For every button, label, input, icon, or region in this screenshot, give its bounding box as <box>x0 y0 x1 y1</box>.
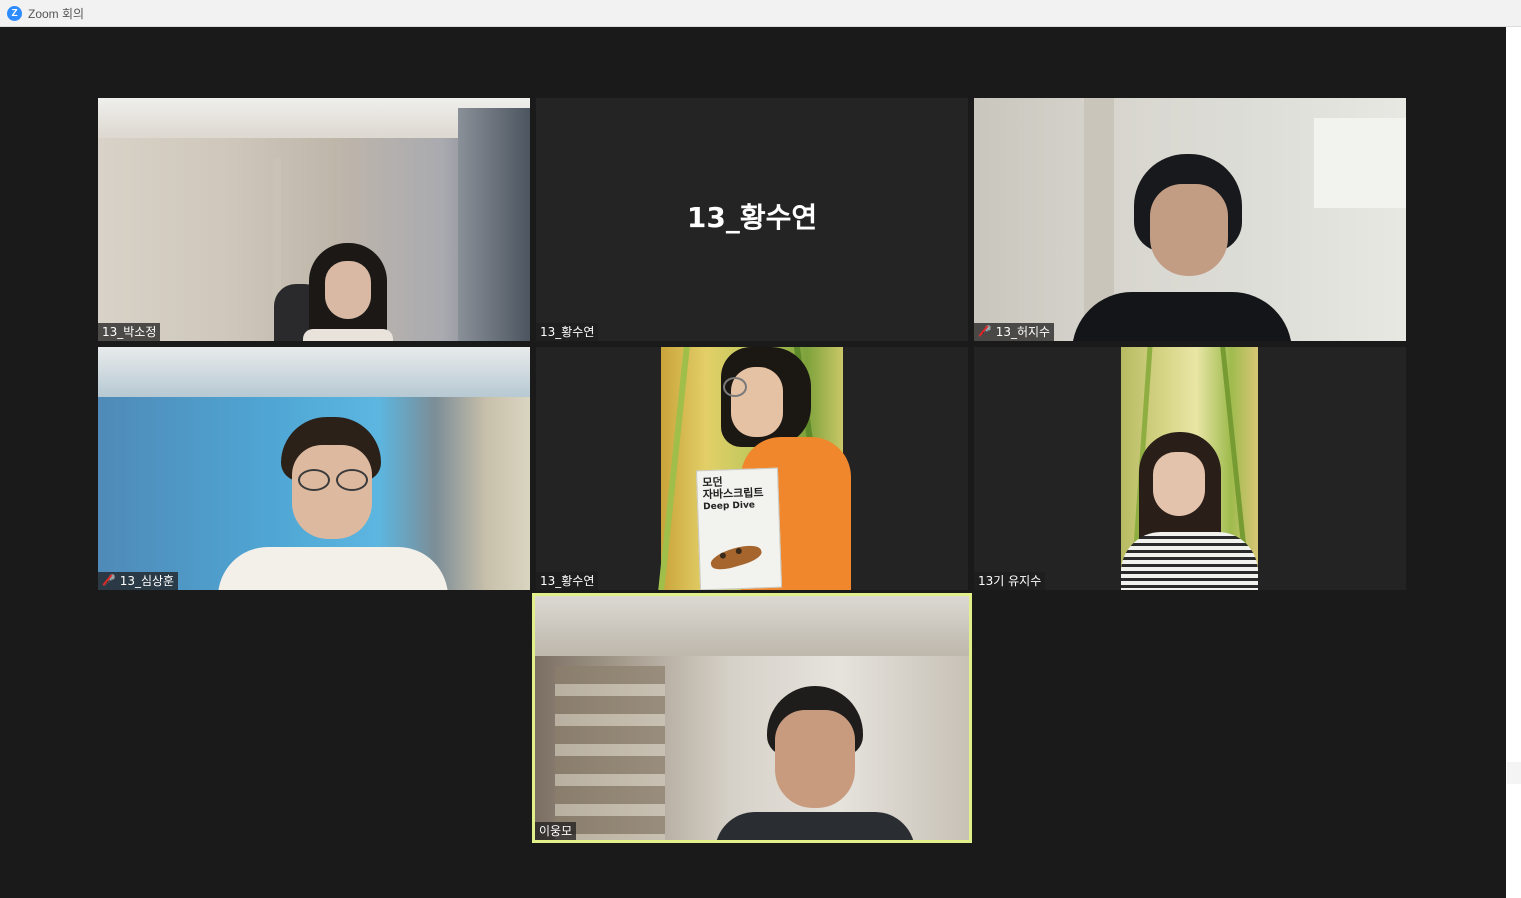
participant-name-label: 13_박소정 <box>98 323 161 341</box>
participant-tile-5[interactable]: 모던 자바스크립트 Deep Dive 13_황수연 <box>536 347 968 590</box>
participant-name: 13_심상훈 <box>119 574 175 588</box>
window-titlebar: Z Zoom 회의 <box>0 0 1521 27</box>
video-feed <box>1121 347 1258 590</box>
mic-muted-icon: 🎤 <box>978 323 992 341</box>
participant-tile-4[interactable]: 🎤 13_심상훈 <box>98 347 530 590</box>
video-feed <box>535 596 969 840</box>
participant-tile-7-active-speaker[interactable]: 이웅모 <box>532 593 972 843</box>
participant-name-label: 이웅모 <box>535 822 577 840</box>
participant-tile-3[interactable]: 🎤 13_허지수 <box>974 98 1406 341</box>
participant-name: 13_박소정 <box>102 325 157 339</box>
side-panel-edge <box>1506 27 1521 898</box>
participant-display-name: 13_황수연 <box>686 201 818 234</box>
window-title: Zoom 회의 <box>28 6 85 21</box>
participant-avatar <box>218 417 448 590</box>
participant-name-label: 13기 유지수 <box>974 572 1046 590</box>
video-feed: 모던 자바스크립트 Deep Dive <box>658 347 851 590</box>
video-feed <box>98 98 530 341</box>
participant-name-label: 13_황수연 <box>536 572 599 590</box>
participant-name: 13_황수연 <box>540 574 595 588</box>
video-feed <box>974 98 1406 341</box>
participant-tile-6[interactable]: 13기 유지수 <box>974 347 1406 590</box>
participant-avatar <box>1121 432 1258 590</box>
video-feed <box>98 347 530 590</box>
participant-name-label: 🎤 13_심상훈 <box>98 572 179 590</box>
participant-name-label: 13_황수연 <box>536 323 599 341</box>
zoom-logo-icon: Z <box>7 5 22 21</box>
participant-avatar <box>1072 154 1292 341</box>
participant-tile-2[interactable]: 13_황수연 13_황수연 <box>536 98 968 341</box>
participant-name: 13기 유지수 <box>978 574 1042 588</box>
gallery-view: 13_박소정 13_황수연 13_황수연 🎤 13_허지수 🎤 13_심상훈 모… <box>0 27 1506 898</box>
participant-name: 이웅모 <box>539 824 573 838</box>
participant-avatar <box>715 686 915 840</box>
participant-avatar <box>303 243 393 341</box>
participant-tile-1[interactable]: 13_박소정 <box>98 98 530 341</box>
side-panel-band <box>1507 762 1521 784</box>
participant-name: 13_허지수 <box>995 325 1051 339</box>
participant-name-label: 🎤 13_허지수 <box>974 323 1055 341</box>
participant-name: 13_황수연 <box>540 325 595 339</box>
mic-muted-icon: 🎤 <box>102 572 116 590</box>
book-title-line3: Deep Dive <box>703 500 756 513</box>
book-cover: 모던 자바스크립트 Deep Dive <box>695 467 783 590</box>
